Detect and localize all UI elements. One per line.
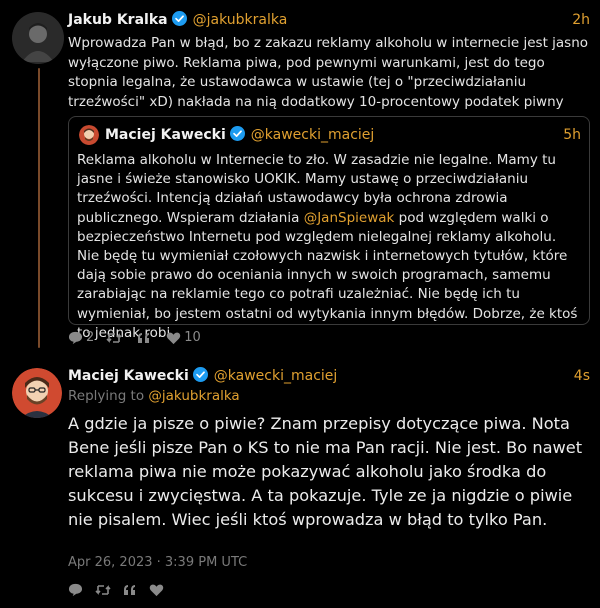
reply-icon (68, 583, 83, 597)
post-text: A gdzie ja pisze o piwie? Znam przepisy … (68, 414, 583, 529)
quote-text-part2: pod względem walki o bezpieczeństwo Inte… (77, 209, 578, 341)
reply-button[interactable] (68, 583, 83, 597)
reply-button[interactable]: 2 (68, 330, 94, 345)
avatar-maciej-kawecki-small[interactable] (79, 125, 99, 145)
reply-icon (68, 331, 83, 344)
quote-icon (138, 332, 150, 343)
post2-header: Maciej Kawecki @kawecki_maciej (68, 366, 337, 386)
replying-to-label: Replying to (68, 388, 149, 404)
author-name[interactable]: Maciej Kawecki (68, 368, 189, 384)
repost-icon (95, 585, 111, 595)
quote-text: Reklama alkoholu w Internecie to zło. W … (77, 151, 581, 343)
replying-to-handle[interactable]: @jakubkralka (148, 388, 239, 404)
thread-line (38, 68, 40, 348)
quote-author-handle[interactable]: @kawecki_maciej (251, 127, 375, 143)
quote-button[interactable] (137, 332, 154, 344)
verified-badge-icon (171, 11, 187, 26)
repost-icon (106, 332, 122, 343)
post-time[interactable]: 2h (572, 10, 590, 30)
author-handle[interactable]: @jakubkralka (193, 12, 288, 28)
verified-badge-icon (229, 126, 245, 141)
author-handle[interactable]: @kawecki_maciej (214, 368, 338, 384)
mention-link[interactable]: @JanSpiewak (304, 210, 395, 226)
quote-icon (124, 585, 135, 595)
like-count: 10 (184, 330, 201, 345)
repost-button[interactable] (106, 332, 125, 344)
replying-to: Replying to @jakubkralka (68, 386, 240, 406)
like-button[interactable] (149, 583, 164, 597)
quote-button[interactable] (123, 584, 137, 596)
quoted-post-card[interactable]: Maciej Kawecki @kawecki_maciej 5h Reklama… (68, 116, 590, 341)
verified-badge-icon (192, 367, 208, 382)
quote-time[interactable]: 5h (563, 125, 581, 145)
like-icon (149, 584, 164, 597)
like-button[interactable]: 10 (166, 330, 201, 345)
post1-actions: 2 10 (68, 330, 213, 345)
post-date[interactable]: Apr 26, 2023 · 3:39 PM UTC (68, 554, 247, 572)
avatar-maciej-kawecki[interactable] (12, 368, 62, 418)
avatar-jakub-kralka[interactable] (12, 12, 64, 64)
post-text: Wprowadza Pan w błąd, bo z zakazu reklam… (68, 35, 589, 110)
author-name[interactable]: Jakub Kralka (68, 12, 168, 28)
post2-actions (68, 583, 176, 597)
repost-button[interactable] (95, 584, 111, 596)
reply-count: 2 (86, 330, 95, 345)
quote-author-name[interactable]: Maciej Kawecki (105, 127, 226, 143)
post1-header: Jakub Kralka @jakubkralka (68, 10, 590, 30)
quote-header: Maciej Kawecki @kawecki_maciej (105, 125, 374, 145)
post-time[interactable]: 4s (574, 366, 590, 386)
like-icon (167, 332, 181, 344)
